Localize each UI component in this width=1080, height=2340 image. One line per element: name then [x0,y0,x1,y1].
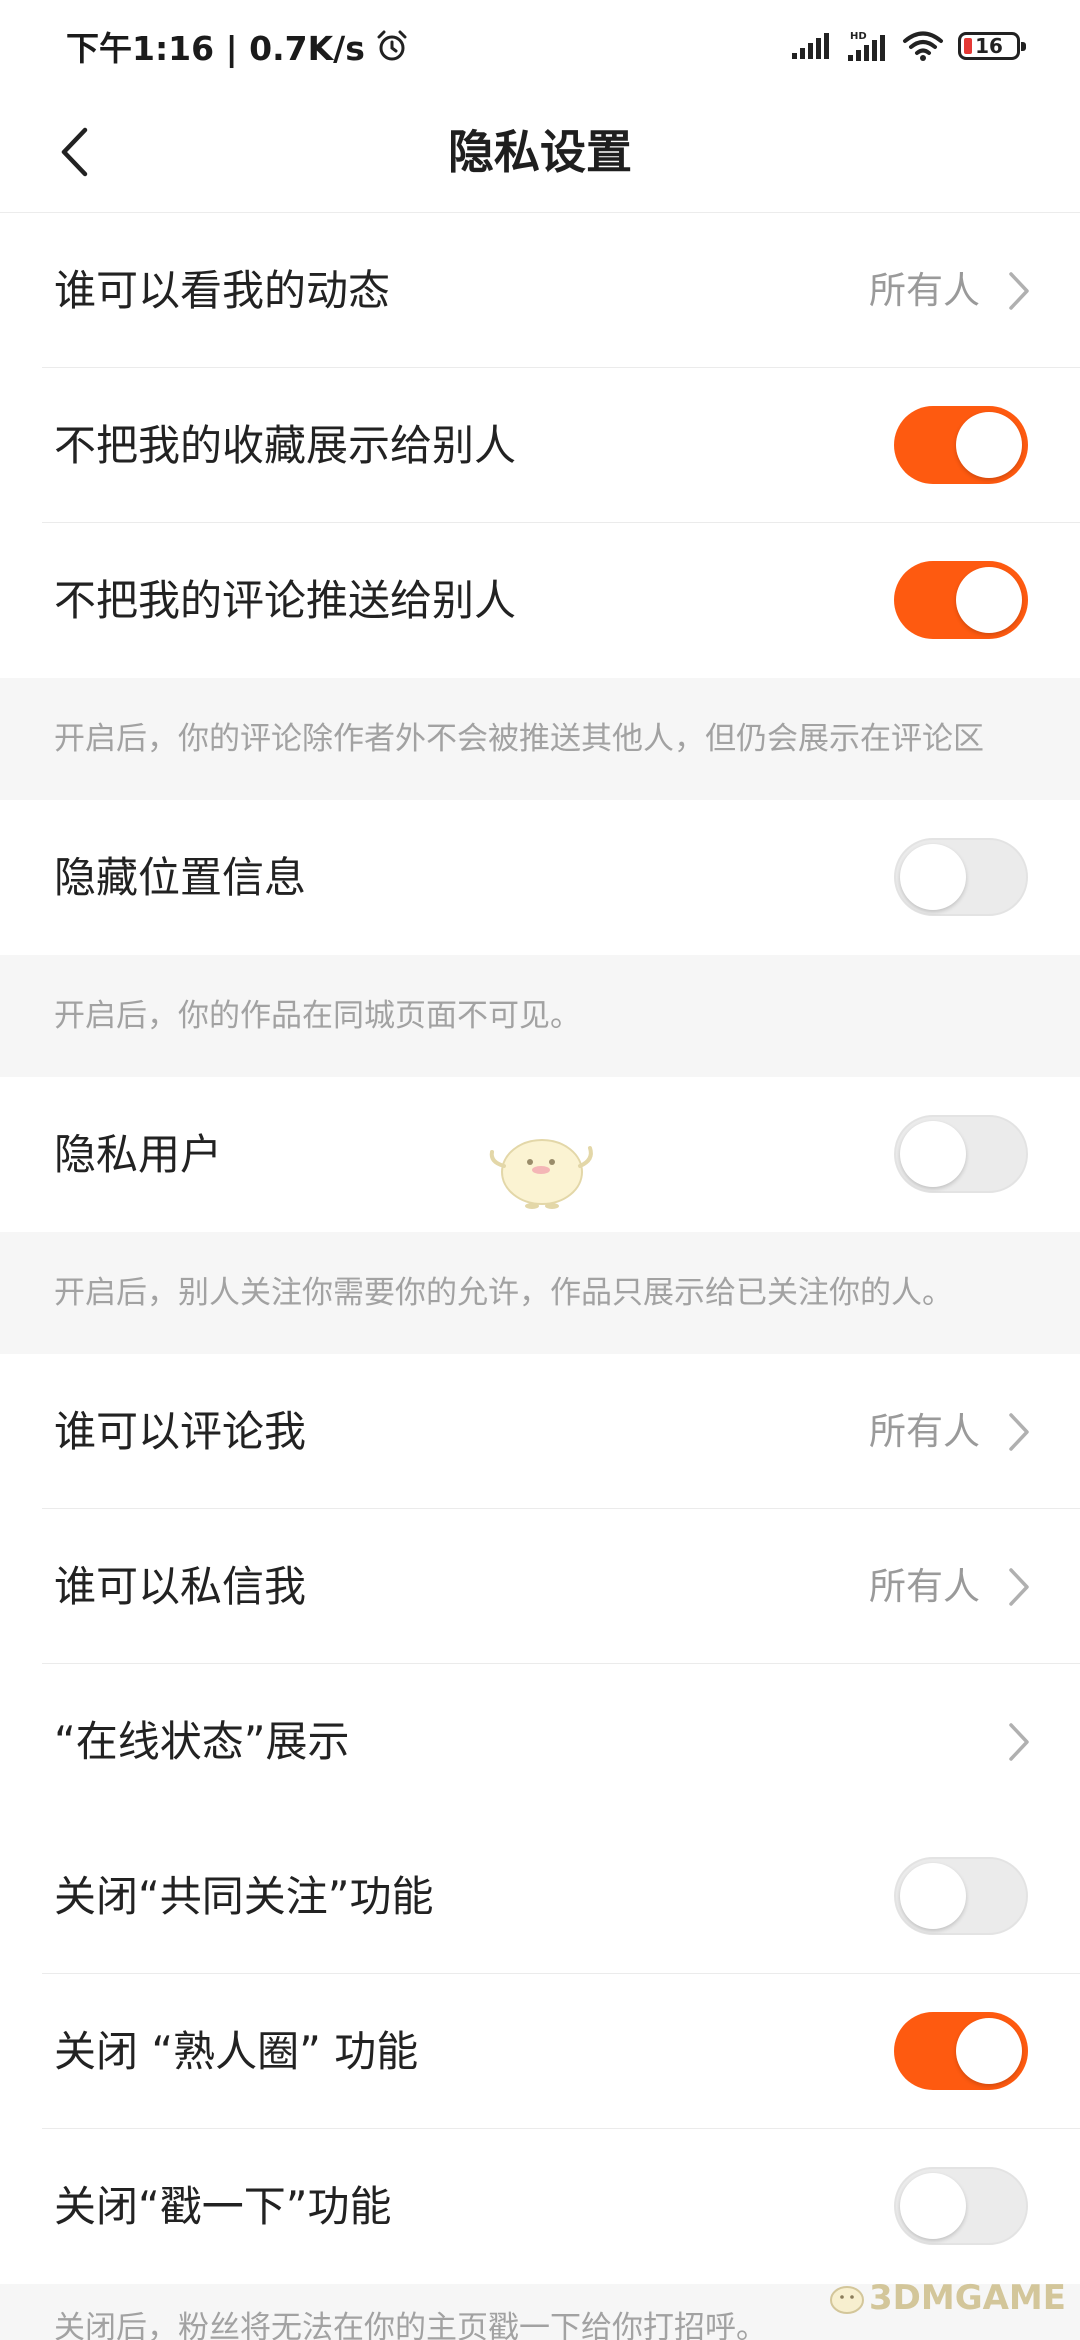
status-right: HD 16 [790,29,1026,63]
row-poke: 关闭“戳一下”功能 [0,2129,1080,2284]
row-label: 谁可以评论我 [54,1407,307,1456]
note-location: 开启后，你的作品在同城页面不可见。 [0,955,1080,1077]
row-hide-favorites: 不把我的收藏展示给别人 [0,368,1080,523]
chevron-right-icon [1009,1568,1029,1606]
note-text: 开启后，你的评论除作者外不会被推送其他人，但仍会展示在评论区 [54,721,984,757]
hide-location-toggle[interactable] [894,838,1028,916]
private-user-toggle[interactable] [894,1115,1028,1193]
row-value: 所有人 [869,269,980,312]
wifi-icon [903,31,943,61]
status-left: 下午1:16 | 0.7K/s [66,22,409,70]
note-comments: 开启后，你的评论除作者外不会被推送其他人，但仍会展示在评论区 [0,678,1080,800]
chevron-right-icon [1009,1413,1029,1451]
row-who-can-comment[interactable]: 谁可以评论我 所有人 [0,1354,1080,1509]
hide-favorites-toggle[interactable] [894,406,1028,484]
watermark-mascot-icon [830,2286,864,2314]
toggle-knob [956,567,1022,633]
note-text: 关闭后，粉丝将无法在你的主页戳一下给你打招呼。 [54,2310,767,2340]
chevron-right-icon [1009,1723,1029,1761]
row-label: 谁可以私信我 [54,1562,307,1611]
row-hide-location: 隐藏位置信息 [0,800,1080,955]
toggle-knob [900,1863,966,1929]
row-who-can-see-moments[interactable]: 谁可以看我的动态 所有人 [0,213,1080,368]
row-label: 谁可以看我的动态 [54,266,391,315]
battery-icon: 16 [958,32,1026,60]
svg-text:HD: HD [850,31,867,42]
page-title: 隐私设置 [448,125,632,179]
no-push-comments-toggle[interactable] [894,561,1028,639]
row-label: 隐藏位置信息 [54,853,307,902]
note-text: 开启后，别人关注你需要你的允许，作品只展示给已关注你的人。 [54,1275,953,1311]
watermark-text: 3DMGAME [869,2278,1066,2318]
alarm-icon [377,30,407,61]
toggle-knob [956,2018,1022,2084]
row-no-push-comments: 不把我的评论推送给别人 [0,523,1080,678]
row-value: 所有人 [869,1410,980,1453]
chevron-right-icon [1009,272,1029,310]
row-who-can-message[interactable]: 谁可以私信我 所有人 [0,1509,1080,1664]
row-label: 隐私用户 [54,1130,223,1179]
header: 隐私设置 [0,92,1080,213]
acquaintance-circle-toggle[interactable] [894,2012,1028,2090]
row-label: “在线状态”展示 [54,1717,350,1766]
battery-level: 16 [975,34,1003,58]
mascot-icon [489,1139,593,1209]
signal-icon [792,33,829,59]
row-label: 关闭 “熟人圈” 功能 [54,2027,419,2076]
screen: 下午1:16 | 0.7K/s HD 16 隐私设置 谁可以看我的动态 所有人 … [0,0,1080,2340]
row-online-status[interactable]: “在线状态”展示 [0,1664,1080,1819]
row-value: 所有人 [869,1565,980,1608]
status-bar: 下午1:16 | 0.7K/s HD 16 [0,0,1080,92]
row-acquaintance-circle: 关闭 “熟人圈” 功能 [0,1974,1080,2129]
toggle-knob [900,1121,966,1187]
hd-signal-icon: HD [848,31,885,61]
row-label: 关闭“戳一下”功能 [54,2182,392,2231]
row-label: 关闭“共同关注”功能 [54,1872,434,1921]
toggle-knob [956,412,1022,478]
poke-toggle[interactable] [894,2167,1028,2245]
row-label: 不把我的评论推送给别人 [54,576,517,625]
mutual-follow-toggle[interactable] [894,1857,1028,1935]
note-private-user: 开启后，别人关注你需要你的允许，作品只展示给已关注你的人。 [0,1232,1080,1354]
note-text: 开启后，你的作品在同城页面不可见。 [54,998,581,1034]
status-time-speed: 下午1:16 | 0.7K/s [66,29,365,68]
toggle-knob [900,844,966,910]
row-mutual-follow: 关闭“共同关注”功能 [0,1819,1080,1974]
row-label: 不把我的收藏展示给别人 [54,421,517,470]
watermark: 3DMGAME [825,2278,1066,2318]
toggle-knob [900,2173,966,2239]
